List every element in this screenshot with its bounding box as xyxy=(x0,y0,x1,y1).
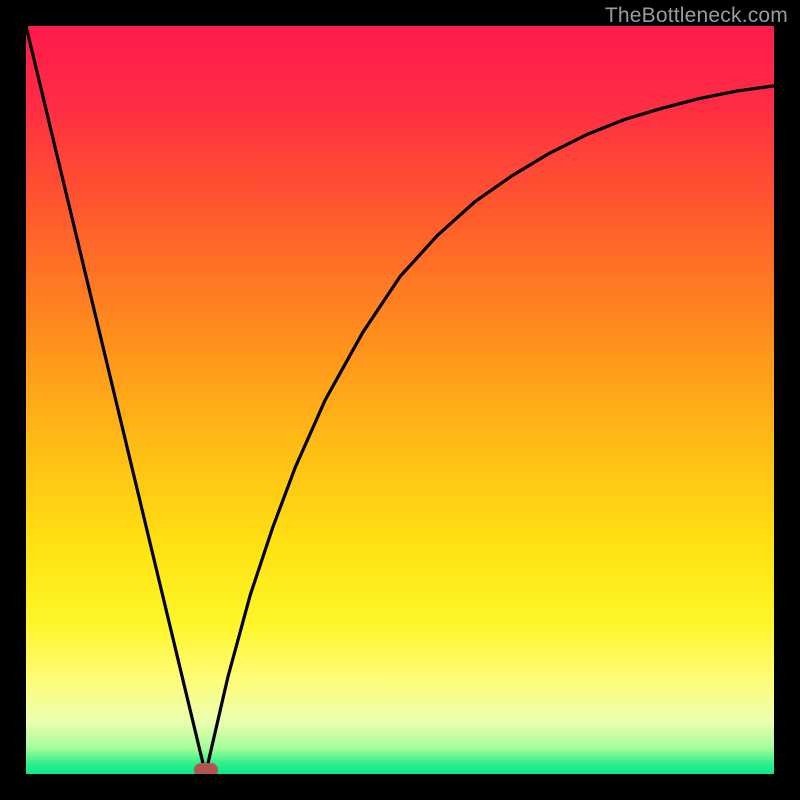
bottleneck-curve xyxy=(26,26,774,774)
minimum-marker xyxy=(194,763,218,774)
plot-area xyxy=(26,26,774,774)
chart-frame: TheBottleneck.com xyxy=(0,0,800,800)
watermark-text: TheBottleneck.com xyxy=(605,4,788,28)
curve-layer xyxy=(26,26,774,774)
